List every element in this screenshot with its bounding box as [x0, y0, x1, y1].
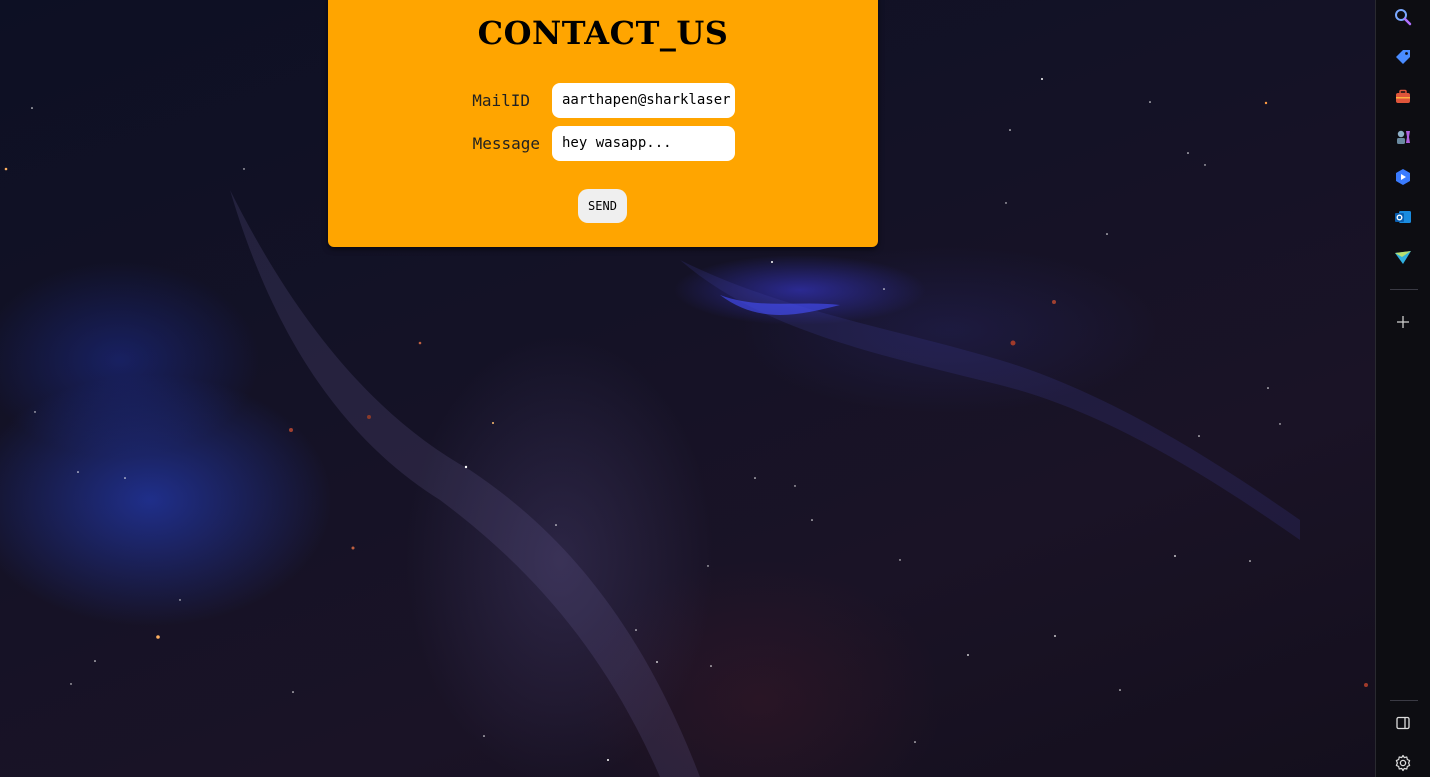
mail-label: MailID: [472, 91, 530, 110]
browser-sidebar: [1375, 0, 1430, 777]
sidebar-divider: [1390, 289, 1418, 290]
shopping-tag-icon[interactable]: [1392, 46, 1414, 68]
tools-briefcase-icon[interactable]: [1392, 86, 1414, 108]
mail-input[interactable]: aarthapen@sharklaser: [552, 83, 735, 118]
message-label: Message: [472, 134, 540, 153]
contact-form-card: CONTACT_US MailID aarthapen@sharklaser M…: [328, 0, 878, 247]
gear-icon[interactable]: [1392, 752, 1414, 774]
outlook-icon[interactable]: [1392, 206, 1414, 228]
page-viewport: CONTACT_US MailID aarthapen@sharklaser M…: [0, 0, 1375, 777]
send-button[interactable]: SEND: [578, 189, 627, 223]
search-icon[interactable]: [1392, 6, 1414, 28]
copilot-icon[interactable]: [1392, 166, 1414, 188]
send-icon[interactable]: [1392, 246, 1414, 268]
sidebar-divider: [1390, 700, 1418, 701]
games-icon[interactable]: [1392, 126, 1414, 148]
message-input[interactable]: hey wasapp...: [552, 126, 735, 161]
add-icon[interactable]: [1392, 311, 1414, 333]
sidebar-toggle-icon[interactable]: [1392, 712, 1414, 734]
contact-form-title: CONTACT_US: [477, 14, 729, 52]
